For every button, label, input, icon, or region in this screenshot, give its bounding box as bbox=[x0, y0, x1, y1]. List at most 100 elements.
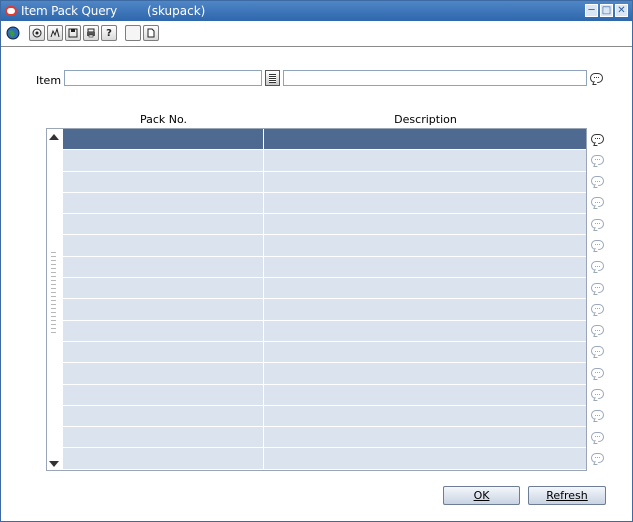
item-comment-button[interactable] bbox=[588, 70, 604, 85]
column-header-description: Description bbox=[394, 113, 457, 126]
table-row[interactable] bbox=[63, 278, 586, 300]
table-row[interactable] bbox=[63, 341, 586, 364]
description-cell[interactable] bbox=[264, 320, 586, 341]
grid-vertical-scrollbar[interactable] bbox=[47, 129, 61, 470]
scroll-down-icon[interactable] bbox=[49, 461, 59, 467]
pack-no-cell[interactable] bbox=[63, 448, 264, 469]
comment-bubble-icon bbox=[590, 410, 604, 421]
comment-bubble-icon bbox=[590, 218, 604, 229]
description-cell[interactable] bbox=[264, 192, 586, 214]
oracle-app-icon bbox=[5, 6, 17, 16]
table-row[interactable] bbox=[63, 363, 586, 385]
table-row[interactable] bbox=[63, 171, 586, 193]
description-cell[interactable] bbox=[264, 448, 586, 469]
row-comment-button[interactable] bbox=[589, 174, 605, 189]
scroll-grip[interactable] bbox=[51, 249, 56, 334]
pack-no-cell[interactable] bbox=[63, 129, 264, 150]
globe-icon[interactable] bbox=[5, 25, 21, 41]
pack-no-cell[interactable] bbox=[63, 171, 264, 192]
description-cell[interactable] bbox=[264, 150, 586, 171]
action-icon[interactable] bbox=[29, 25, 45, 41]
table-row[interactable] bbox=[63, 448, 586, 470]
grid-rows bbox=[63, 129, 586, 470]
pack-no-cell[interactable] bbox=[63, 235, 264, 256]
refresh-button[interactable]: Refresh bbox=[528, 486, 606, 505]
comment-bubble-icon bbox=[590, 367, 604, 378]
item-number-field[interactable] bbox=[64, 70, 262, 86]
row-comment-button[interactable] bbox=[589, 195, 605, 210]
pack-no-cell[interactable] bbox=[63, 363, 264, 384]
pack-no-cell[interactable] bbox=[63, 214, 264, 235]
help-icon[interactable]: ? bbox=[101, 25, 117, 41]
row-comment-button[interactable] bbox=[589, 280, 605, 295]
pack-no-cell[interactable] bbox=[63, 320, 264, 341]
row-comment-button[interactable] bbox=[589, 131, 605, 146]
maximize-icon[interactable]: □ bbox=[600, 4, 613, 17]
table-row[interactable] bbox=[63, 150, 586, 172]
description-cell[interactable] bbox=[264, 171, 586, 192]
pack-no-cell[interactable] bbox=[63, 256, 264, 278]
table-row[interactable] bbox=[63, 405, 586, 428]
table-row[interactable] bbox=[63, 214, 586, 236]
table-row[interactable] bbox=[63, 299, 586, 321]
description-cell[interactable] bbox=[264, 235, 586, 256]
row-comment-button[interactable] bbox=[589, 408, 605, 423]
save-icon[interactable] bbox=[65, 25, 81, 41]
description-cell[interactable] bbox=[264, 405, 586, 427]
row-comment-button[interactable] bbox=[589, 237, 605, 252]
item-list-button[interactable] bbox=[265, 70, 280, 86]
row-comment-button[interactable] bbox=[589, 216, 605, 231]
description-cell[interactable] bbox=[264, 278, 586, 299]
row-comment-button[interactable] bbox=[589, 259, 605, 274]
pack-no-cell[interactable] bbox=[63, 384, 264, 405]
table-row[interactable] bbox=[63, 129, 586, 151]
blank-window-icon[interactable] bbox=[125, 25, 141, 41]
description-cell[interactable] bbox=[264, 256, 586, 278]
pack-no-cell[interactable] bbox=[63, 150, 264, 171]
comment-bubble-icon bbox=[590, 303, 604, 314]
title-bar[interactable]: Item Pack Query (skupack) ─ □ ✕ bbox=[1, 1, 632, 21]
item-description-field[interactable] bbox=[283, 70, 587, 86]
close-icon[interactable]: ✕ bbox=[615, 4, 628, 17]
table-row[interactable] bbox=[63, 320, 586, 342]
description-cell[interactable] bbox=[264, 214, 586, 235]
window-controls: ─ □ ✕ bbox=[585, 4, 628, 17]
description-cell[interactable] bbox=[264, 341, 586, 363]
pack-no-cell[interactable] bbox=[63, 341, 264, 363]
comment-bubble-icon bbox=[590, 239, 604, 250]
row-comment-button[interactable] bbox=[589, 344, 605, 359]
description-cell[interactable] bbox=[264, 129, 586, 150]
pack-no-cell[interactable] bbox=[63, 405, 264, 427]
row-comment-button[interactable] bbox=[589, 323, 605, 338]
row-comment-button[interactable] bbox=[589, 450, 605, 465]
row-comment-button[interactable] bbox=[589, 387, 605, 402]
minimize-icon[interactable]: ─ bbox=[585, 4, 598, 17]
pack-no-cell[interactable] bbox=[63, 192, 264, 214]
description-cell[interactable] bbox=[264, 427, 586, 448]
comment-bubble-icon bbox=[590, 431, 604, 442]
edit-icon[interactable] bbox=[47, 25, 63, 41]
row-comment-button[interactable] bbox=[589, 301, 605, 316]
new-document-icon[interactable] bbox=[143, 25, 159, 41]
comment-bubble-icon bbox=[590, 133, 604, 144]
row-comment-button[interactable] bbox=[589, 429, 605, 444]
pack-no-cell[interactable] bbox=[63, 278, 264, 299]
table-row[interactable] bbox=[63, 235, 586, 257]
table-row[interactable] bbox=[63, 384, 586, 406]
pack-no-cell[interactable] bbox=[63, 427, 264, 448]
description-cell[interactable] bbox=[264, 384, 586, 405]
comment-bubble-icon bbox=[590, 325, 604, 336]
column-header-pack-no: Pack No. bbox=[139, 113, 188, 126]
table-row[interactable] bbox=[63, 427, 586, 449]
scroll-up-icon[interactable] bbox=[49, 134, 59, 140]
ok-button[interactable]: OK bbox=[443, 486, 520, 505]
print-icon[interactable] bbox=[83, 25, 99, 41]
pack-no-cell[interactable] bbox=[63, 299, 264, 320]
comment-bubble-icon bbox=[590, 176, 604, 187]
table-row[interactable] bbox=[63, 192, 586, 215]
row-comment-button[interactable] bbox=[589, 365, 605, 380]
description-cell[interactable] bbox=[264, 299, 586, 320]
row-comment-button[interactable] bbox=[589, 152, 605, 167]
table-row[interactable] bbox=[63, 256, 586, 279]
description-cell[interactable] bbox=[264, 363, 586, 384]
